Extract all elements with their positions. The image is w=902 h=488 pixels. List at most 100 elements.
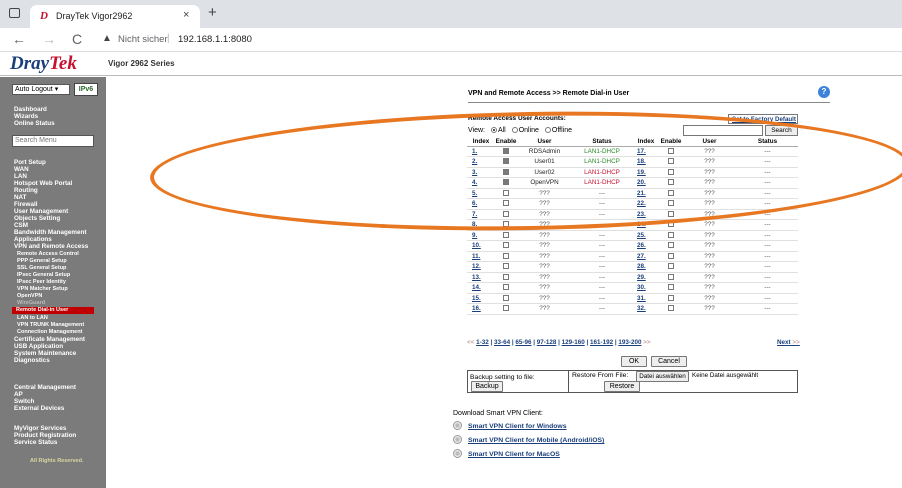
enable-checkbox[interactable] xyxy=(668,242,674,249)
sidebar-item[interactable]: VPN and Remote Access xyxy=(14,243,88,250)
enable-checkbox[interactable] xyxy=(503,305,509,312)
enable-checkbox[interactable] xyxy=(503,294,509,301)
new-tab-icon[interactable]: + xyxy=(208,4,217,21)
index-link[interactable]: 15. xyxy=(467,293,495,304)
sidebar-item[interactable]: Bandwidth Management xyxy=(14,229,86,236)
ok-button[interactable]: OK xyxy=(621,356,647,367)
sidebar-item[interactable]: Product Registration xyxy=(14,432,76,439)
sidebar-item[interactable]: NAT xyxy=(14,194,26,201)
page-link[interactable]: 33-64 xyxy=(494,339,510,346)
enable-checkbox[interactable] xyxy=(668,273,674,280)
backup-button[interactable]: Backup xyxy=(471,381,503,392)
page-link[interactable]: 193-200 xyxy=(618,339,641,346)
enable-checkbox[interactable] xyxy=(668,263,674,270)
next-page-link[interactable]: Next >> xyxy=(777,339,800,346)
enable-checkbox[interactable] xyxy=(503,284,509,291)
enable-checkbox[interactable] xyxy=(503,242,509,249)
download-mobile-link[interactable]: Smart VPN Client for Mobile (Android/iOS… xyxy=(453,435,604,444)
index-link[interactable]: 25. xyxy=(632,230,660,241)
sidebar-item[interactable]: OpenVPN xyxy=(17,293,42,300)
sidebar-item[interactable]: System Maintenance xyxy=(14,350,76,357)
choose-file-button[interactable]: Datei auswählen xyxy=(636,371,689,382)
page-link[interactable]: 129-160 xyxy=(562,339,585,346)
page-link[interactable]: 97-128 xyxy=(537,339,557,346)
index-link[interactable]: 31. xyxy=(632,293,660,304)
sidebar-item[interactable]: Remote Access Control xyxy=(17,251,79,258)
sidebar-item[interactable]: MyVigor Services xyxy=(14,425,66,432)
page-link[interactable]: 1-32 xyxy=(476,339,489,346)
enable-checkbox[interactable] xyxy=(668,231,674,238)
sidebar-item[interactable]: Online Status xyxy=(14,120,55,127)
search-menu-input[interactable]: Search Menu xyxy=(12,135,94,147)
download-macos-link[interactable]: Smart VPN Client for MacOS xyxy=(453,449,560,458)
sidebar-item[interactable]: Service Status xyxy=(14,439,57,446)
help-icon[interactable]: ? xyxy=(818,86,830,98)
index-link[interactable]: 10. xyxy=(467,240,495,252)
sidebar-item[interactable]: USB Application xyxy=(14,343,63,350)
sidebar-item[interactable]: Diagnostics xyxy=(14,357,50,364)
index-link[interactable]: 12. xyxy=(467,261,495,273)
index-link[interactable]: 29. xyxy=(632,272,660,283)
sidebar-item[interactable]: Certificate Management xyxy=(14,336,85,343)
index-link[interactable]: 11. xyxy=(467,251,495,262)
sidebar-item[interactable]: Firewall xyxy=(14,201,37,208)
sidebar-item[interactable]: Dashboard xyxy=(14,106,47,113)
restore-button[interactable]: Restore xyxy=(604,381,640,392)
enable-checkbox[interactable] xyxy=(503,231,509,238)
sidebar-item[interactable]: Port Setup xyxy=(14,159,46,166)
security-label[interactable]: Nicht sicher xyxy=(118,34,168,45)
enable-checkbox[interactable] xyxy=(668,284,674,291)
warning-icon[interactable]: ▲ xyxy=(102,33,112,44)
back-icon[interactable]: ← xyxy=(12,31,26,47)
sidebar-item[interactable]: Central Management xyxy=(14,384,76,391)
download-windows-link[interactable]: Smart VPN Client for Windows xyxy=(453,421,567,430)
sidebar-item[interactable]: Connection Management xyxy=(17,329,82,336)
sidebar-item[interactable]: Hotspot Web Portal xyxy=(14,180,72,187)
close-tab-icon[interactable]: × xyxy=(183,9,189,21)
reload-icon[interactable]: C xyxy=(72,31,82,47)
index-link[interactable]: 14. xyxy=(467,282,495,294)
page-link[interactable]: 65-96 xyxy=(515,339,531,346)
enable-checkbox[interactable] xyxy=(503,263,509,270)
cancel-button[interactable]: Cancel xyxy=(651,356,687,367)
index-link[interactable]: 16. xyxy=(467,303,495,315)
sidebar-item[interactable]: WireGuard xyxy=(17,300,45,307)
sidebar-item[interactable]: LAN to LAN xyxy=(17,315,48,322)
sidebar-item[interactable]: SSL General Setup xyxy=(17,265,66,272)
sidebar-item[interactable]: LAN xyxy=(14,173,27,180)
sidebar-item[interactable]: IPsec Peer Identity xyxy=(17,279,66,286)
sidebar-item[interactable]: User Management xyxy=(14,208,68,215)
sidebar-item[interactable]: PPP General Setup xyxy=(17,258,67,265)
enable-checkbox[interactable] xyxy=(668,305,674,312)
sidebar-item[interactable]: Applications xyxy=(14,236,52,243)
enable-checkbox[interactable] xyxy=(503,273,509,280)
sidebar-item[interactable]: IPsec General Setup xyxy=(17,272,70,279)
sidebar-item[interactable]: Routing xyxy=(14,187,38,194)
sidebar-item[interactable]: Wizards xyxy=(14,113,38,120)
sidebar-item[interactable]: WAN xyxy=(14,166,29,173)
enable-checkbox[interactable] xyxy=(503,252,509,259)
index-link[interactable]: 30. xyxy=(632,282,660,294)
sidebar-item[interactable]: Remote Dial-in User xyxy=(12,307,94,314)
index-link[interactable]: 27. xyxy=(632,251,660,262)
enable-checkbox[interactable] xyxy=(668,294,674,301)
page-link[interactable]: 161-192 xyxy=(590,339,613,346)
auto-logout-select[interactable]: Auto Logout ▾ xyxy=(12,84,70,95)
index-link[interactable]: 9. xyxy=(467,230,495,241)
sidebar-item[interactable]: AP xyxy=(14,391,23,398)
sidebar-item[interactable]: CSM xyxy=(14,222,28,229)
index-link[interactable]: 13. xyxy=(467,272,495,283)
browser-tab[interactable]: D DrayTek Vigor2962 × xyxy=(30,5,200,28)
forward-icon[interactable]: → xyxy=(42,31,56,47)
window-menu-icon[interactable] xyxy=(9,8,20,18)
index-link[interactable]: 28. xyxy=(632,261,660,273)
index-link[interactable]: 32. xyxy=(632,303,660,315)
sidebar-item[interactable]: Switch xyxy=(14,398,34,405)
sidebar-item[interactable]: VPN Matcher Setup xyxy=(17,286,68,293)
enable-checkbox[interactable] xyxy=(668,252,674,259)
address-bar[interactable]: 192.168.1.1:8080 xyxy=(178,34,252,45)
sidebar-item[interactable]: VPN TRUNK Management xyxy=(17,322,84,329)
sidebar-item[interactable]: External Devices xyxy=(14,405,64,412)
sidebar-item[interactable]: Objects Setting xyxy=(14,215,60,222)
index-link[interactable]: 26. xyxy=(632,240,660,252)
